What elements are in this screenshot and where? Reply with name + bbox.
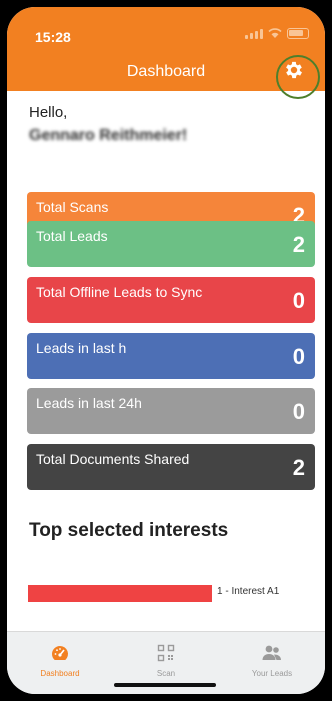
card-label: Leads in last h: [36, 340, 127, 356]
people-icon: [262, 645, 281, 660]
interests-heading: Top selected interests: [29, 520, 229, 541]
status-time: 15:28: [35, 29, 71, 45]
user-name: Gennaro Reithmeier!: [29, 127, 188, 144]
interest-bar: [28, 585, 212, 602]
card-leads-last-hour[interactable]: Leads in last h 0: [27, 333, 315, 379]
card-value: 0: [292, 344, 305, 369]
card-label: Total Offline Leads to Sync: [36, 284, 203, 300]
card-total-leads[interactable]: Total Leads 2: [27, 221, 315, 267]
card-value: 2: [292, 232, 305, 257]
card-label: Total Scans: [36, 199, 109, 215]
card-label: Total Documents Shared: [36, 451, 190, 467]
tab-label: Dashboard: [40, 669, 80, 678]
tab-label: Scan: [156, 669, 176, 678]
tab-scan[interactable]: Scan: [113, 644, 219, 678]
speedometer-icon: [52, 646, 69, 660]
card-documents-shared[interactable]: Total Documents Shared 2: [27, 444, 315, 490]
card-label: Total Leads: [36, 228, 108, 244]
card-value: 2: [292, 455, 305, 480]
wifi-icon: [268, 28, 282, 38]
interest-label: 1 - Interest A1: [217, 586, 280, 597]
signal-icon: [245, 29, 263, 39]
status-icons: [245, 27, 309, 39]
greeting-hello: Hello,: [29, 104, 68, 121]
tab-your-leads[interactable]: Your Leads: [219, 644, 325, 678]
home-indicator: [114, 683, 216, 687]
bottom-tab-bar: Dashboard Scan Your Leads: [7, 631, 325, 694]
qr-code-icon: [157, 644, 175, 662]
highlight-ring: [276, 55, 320, 99]
phone-screen: 15:28 Dashboard Hello, Gennaro Reithmeie…: [7, 7, 325, 694]
card-value: 0: [292, 399, 305, 424]
battery-icon: [287, 28, 309, 39]
card-label: Leads in last 24h: [36, 395, 142, 411]
card-offline-leads[interactable]: Total Offline Leads to Sync 0: [27, 277, 315, 323]
tab-label: Your Leads: [251, 669, 293, 678]
card-value: 0: [292, 288, 305, 313]
card-leads-last-24h[interactable]: Leads in last 24h 0: [27, 388, 315, 434]
tab-dashboard[interactable]: Dashboard: [7, 644, 113, 678]
